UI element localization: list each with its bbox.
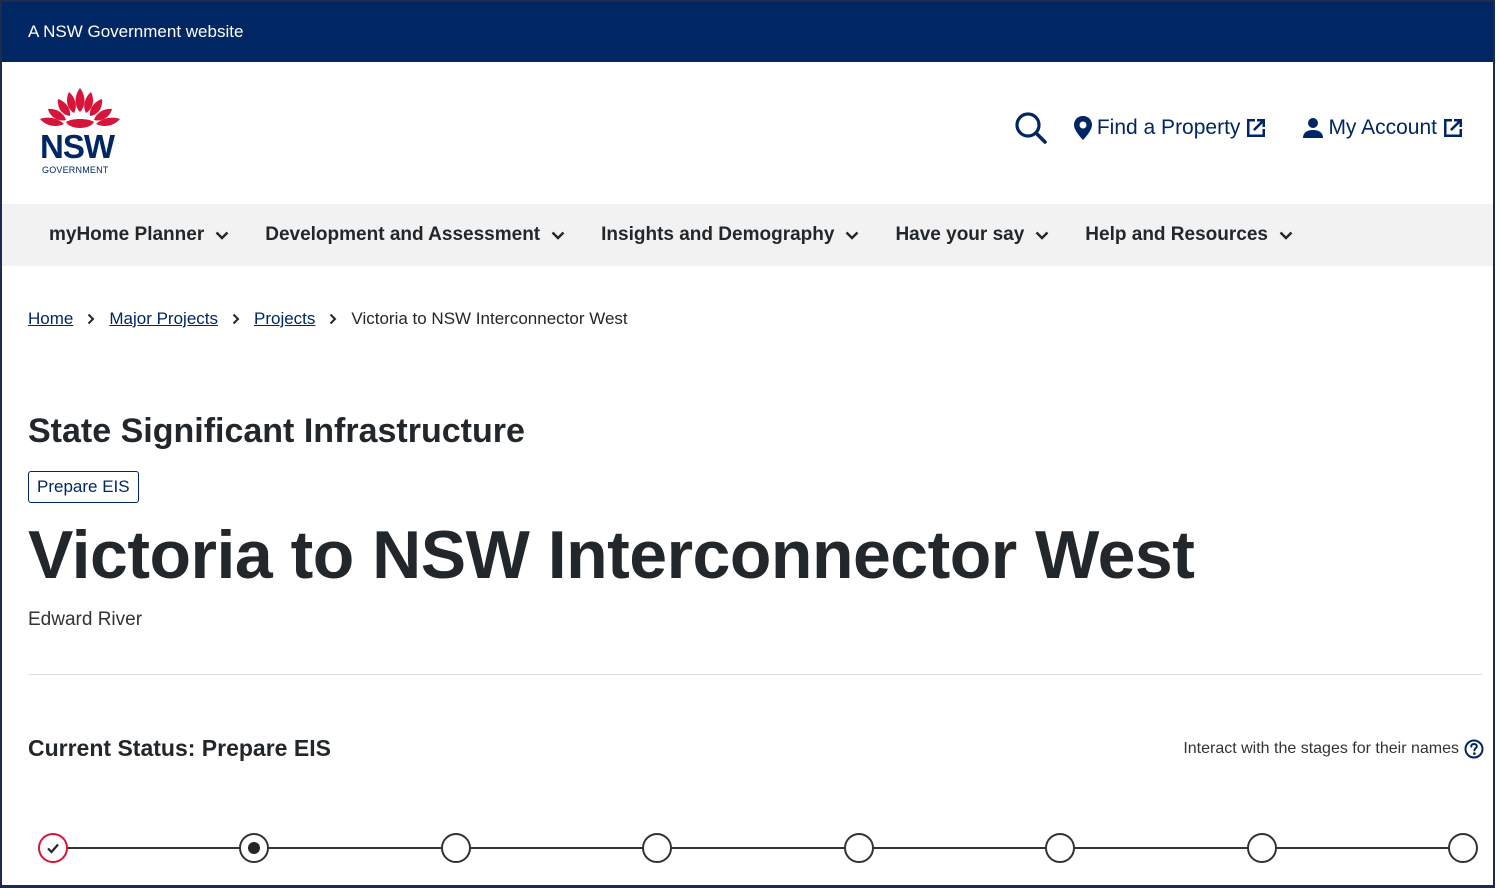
divider — [28, 674, 1482, 676]
main-navigation: myHome Planner Development and Assessmen… — [2, 204, 1493, 266]
breadcrumb: Home Major Projects Projects Victoria to… — [28, 308, 1481, 330]
external-link-icon — [1444, 119, 1462, 137]
stage-step-4[interactable] — [642, 833, 672, 863]
nav-item-label: Have your say — [895, 224, 1025, 245]
nav-item-myhome-planner[interactable]: myHome Planner — [49, 224, 229, 246]
breadcrumb-home-link[interactable]: Home — [28, 309, 73, 329]
chevron-right-icon — [330, 313, 337, 325]
stage-step-1[interactable] — [38, 833, 68, 863]
project-category: State Significant Infrastructure — [28, 412, 525, 450]
my-account-link[interactable]: My Account — [1302, 116, 1465, 140]
site-header: NSW GOVERNMENT Find a Property My Accoun… — [2, 62, 1493, 204]
help-icon — [1464, 739, 1484, 759]
help-button[interactable] — [1464, 739, 1484, 759]
header-actions: Find a Property My Account — [1011, 108, 1465, 148]
location-pin-icon — [1073, 116, 1092, 140]
user-icon — [1303, 118, 1324, 138]
chevron-down-icon — [1035, 231, 1049, 240]
logo-wordmark: NSW — [40, 128, 115, 165]
stages-hint-text: Interact with the stages for their names — [1183, 739, 1459, 757]
stage-step-6[interactable] — [1045, 833, 1075, 863]
masthead-text: A NSW Government website — [28, 22, 244, 41]
chevron-right-icon — [232, 313, 240, 325]
nav-item-insights-and-demography[interactable]: Insights and Demography — [601, 224, 859, 246]
main-content: Home Major Projects Projects Victoria to… — [2, 308, 1493, 762]
check-icon — [47, 843, 59, 854]
find-a-property-label: Find a Property — [1096, 116, 1241, 139]
chevron-down-icon — [1279, 231, 1293, 240]
nav-item-development-and-assessment[interactable]: Development and Assessment — [265, 224, 565, 246]
chevron-down-icon — [215, 231, 229, 240]
my-account-label: My Account — [1328, 116, 1437, 139]
find-a-property-link[interactable]: Find a Property — [1073, 115, 1269, 141]
stage-step-2[interactable] — [239, 833, 269, 863]
chevron-right-icon — [88, 313, 95, 325]
page-title: Victoria to NSW Interconnector West — [28, 517, 1195, 594]
current-status: Current Status: Prepare EIS — [28, 735, 331, 762]
search-button[interactable] — [1011, 108, 1051, 148]
project-lga: Edward River — [28, 609, 143, 631]
nav-item-label: myHome Planner — [49, 224, 205, 245]
nav-item-have-your-say[interactable]: Have your say — [895, 224, 1049, 246]
stage-step-7[interactable] — [1247, 833, 1277, 863]
logo-subtitle: GOVERNMENT — [42, 165, 109, 175]
stage-progress-tracker — [38, 831, 1478, 865]
stage-badge: Prepare EIS — [28, 471, 139, 504]
nav-item-label: Development and Assessment — [265, 224, 541, 245]
chevron-down-icon — [551, 231, 565, 240]
chevron-down-icon — [846, 231, 859, 240]
nav-item-label: Insights and Demography — [601, 224, 835, 245]
breadcrumb-projects-link[interactable]: Projects — [254, 309, 315, 329]
government-masthead: A NSW Government website — [2, 2, 1493, 62]
stage-step-8[interactable] — [1448, 833, 1478, 863]
nav-item-help-and-resources[interactable]: Help and Resources — [1085, 224, 1293, 246]
breadcrumb-major-projects-link[interactable]: Major Projects — [109, 309, 218, 329]
stage-step-5[interactable] — [844, 833, 874, 863]
nsw-government-logo[interactable]: NSW GOVERNMENT — [36, 86, 126, 182]
stages-hint: Interact with the stages for their names — [1183, 739, 1484, 759]
breadcrumb-current: Victoria to NSW Interconnector West — [351, 309, 628, 328]
external-link-icon — [1247, 119, 1266, 137]
nav-item-label: Help and Resources — [1085, 224, 1268, 245]
status-header: Current Status: Prepare EIS Interact wit… — [28, 735, 1484, 762]
page-frame: A NSW Government website NSW GOVERNMENT … — [0, 0, 1495, 888]
search-icon — [1015, 112, 1047, 144]
stage-step-3[interactable] — [441, 833, 471, 863]
